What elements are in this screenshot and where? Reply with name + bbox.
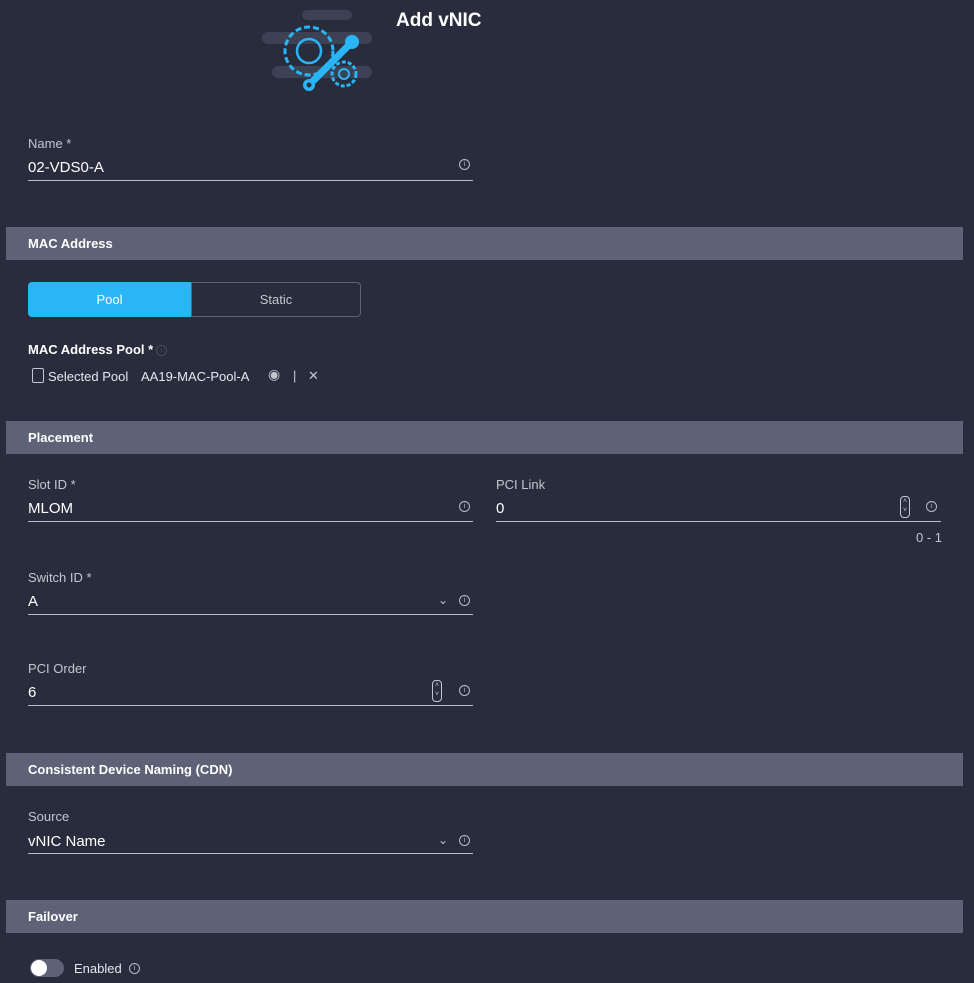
slot-id-label: Slot ID * xyxy=(28,477,76,492)
name-underline xyxy=(28,180,473,181)
pci-link-range: 0 - 1 xyxy=(916,530,943,545)
info-icon[interactable]: i xyxy=(459,685,470,696)
separator: | xyxy=(293,368,297,383)
info-icon[interactable]: i xyxy=(926,501,937,512)
info-icon[interactable]: i xyxy=(459,835,470,846)
pci-order-underline xyxy=(28,705,473,706)
selected-pool-label: Selected Pool xyxy=(48,369,129,384)
close-icon[interactable]: ✕ xyxy=(308,368,319,384)
source-underline xyxy=(28,853,473,854)
stepper-icon[interactable]: ˄ ˅ xyxy=(432,680,442,702)
switch-id-label: Switch ID * xyxy=(28,570,92,585)
pci-link-underline xyxy=(496,521,941,522)
toggle-knob xyxy=(31,960,47,976)
section-failover: Failover xyxy=(6,900,963,933)
section-placement: Placement xyxy=(6,421,963,454)
section-title: Failover xyxy=(28,909,78,924)
switch-id-select[interactable]: A xyxy=(28,593,38,610)
source-select[interactable]: vNIC Name xyxy=(28,833,106,850)
name-input[interactable]: 02-VDS0-A xyxy=(28,159,104,176)
gear-wrench-icon xyxy=(262,10,372,91)
eye-icon[interactable]: ◉ xyxy=(268,366,280,383)
slot-id-input[interactable]: MLOM xyxy=(28,500,73,517)
document-icon xyxy=(32,368,44,383)
page-title: Add vNIC xyxy=(396,10,482,31)
info-icon[interactable]: i xyxy=(459,501,470,512)
section-cdn: Consistent Device Naming (CDN) xyxy=(6,753,963,786)
mac-pool-label: MAC Address Pool * xyxy=(28,342,154,357)
selected-pool-value: AA19-MAC-Pool-A xyxy=(141,369,250,384)
failover-toggle[interactable] xyxy=(30,959,64,977)
tab-pool[interactable]: Pool xyxy=(28,282,191,317)
info-icon[interactable]: i xyxy=(129,963,140,974)
pci-link-input[interactable]: 0 xyxy=(496,500,504,517)
pci-order-input[interactable]: 6 xyxy=(28,684,36,701)
section-title: Placement xyxy=(28,430,94,445)
chevron-down-icon[interactable]: ⌄ xyxy=(438,833,448,847)
tab-static[interactable]: Static xyxy=(191,282,361,317)
chevron-down-icon[interactable]: ⌄ xyxy=(438,593,448,607)
name-label: Name * xyxy=(28,136,72,151)
failover-label: Enabled xyxy=(74,961,122,976)
stepper-icon[interactable]: ˄ ˅ xyxy=(900,496,910,518)
section-mac-address: MAC Address xyxy=(6,227,963,260)
slot-underline xyxy=(28,521,473,522)
pci-link-label: PCI Link xyxy=(496,477,546,492)
info-icon[interactable]: i xyxy=(459,595,470,606)
switch-underline xyxy=(28,614,473,615)
section-title: MAC Address xyxy=(28,236,113,251)
source-label: Source xyxy=(28,809,70,824)
pci-order-label: PCI Order xyxy=(28,661,87,676)
info-icon[interactable]: i xyxy=(156,345,167,356)
info-icon[interactable]: i xyxy=(459,159,470,170)
section-title: Consistent Device Naming (CDN) xyxy=(28,762,233,777)
